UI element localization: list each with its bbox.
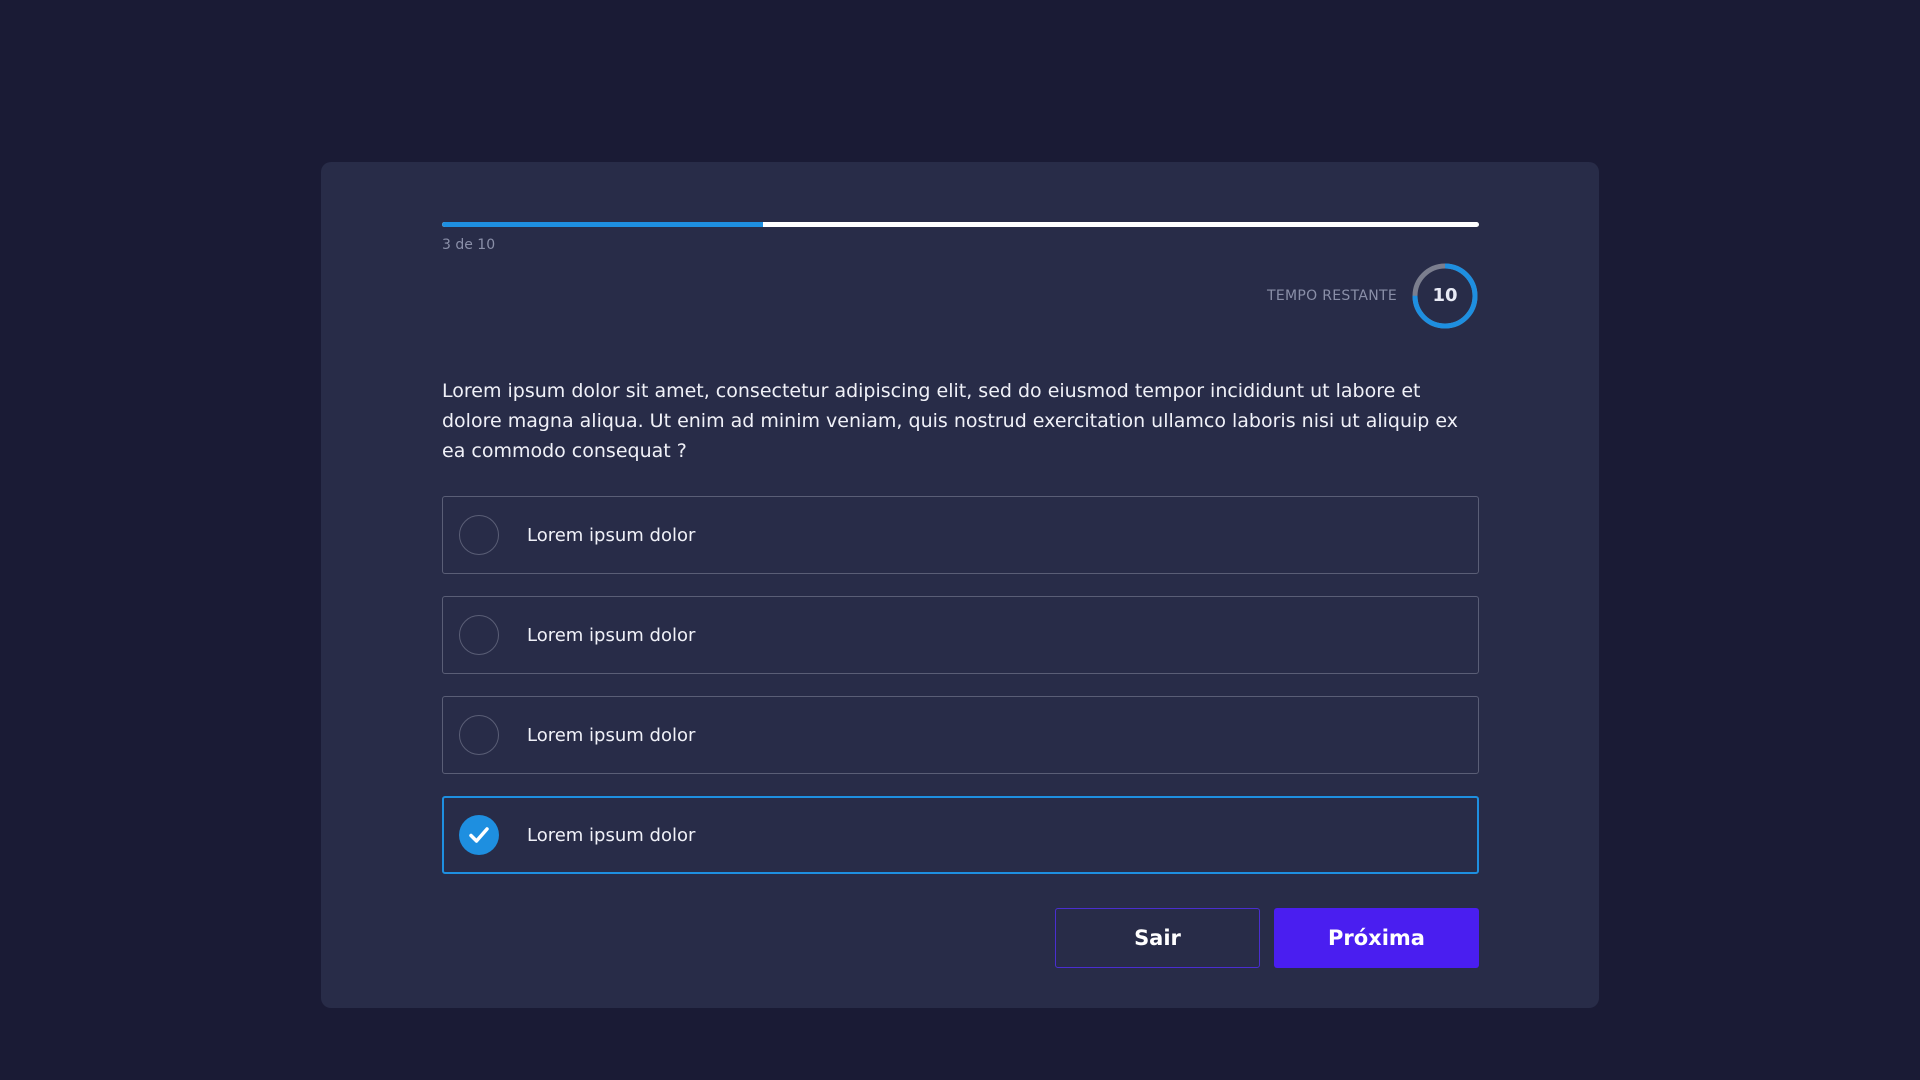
check-icon[interactable] [459,815,499,855]
timer-ring: 10 [1411,262,1479,330]
answer-option-3[interactable]: Lorem ipsum dolor [442,696,1479,774]
progress-counter: 3 de 10 [442,237,496,253]
answer-option-label: Lorem ipsum dolor [527,824,696,846]
answer-option-label: Lorem ipsum dolor [527,724,696,746]
answer-option-label: Lorem ipsum dolor [527,524,696,546]
options-list: Lorem ipsum dolor Lorem ipsum dolor Lorem … [442,496,1479,896]
answer-option-label: Lorem ipsum dolor [527,624,696,646]
radio-empty-icon[interactable] [459,615,499,655]
timer: TEMPO RESTANTE 10 [442,262,1479,330]
actions-bar: Sair Próxima [442,908,1479,968]
radio-empty-icon[interactable] [459,715,499,755]
answer-option-2[interactable]: Lorem ipsum dolor [442,596,1479,674]
timer-value: 10 [1432,285,1458,306]
timer-label: TEMPO RESTANTE [1267,288,1397,304]
exit-button[interactable]: Sair [1055,908,1260,968]
question-text: Lorem ipsum dolor sit amet, consectetur … [442,380,1458,462]
answer-option-4[interactable]: Lorem ipsum dolor [442,796,1479,874]
quiz-card: 3 de 10 TEMPO RESTANTE 10 Lorem ipsum do… [321,162,1599,1008]
progress-bar [442,222,1479,227]
radio-empty-icon[interactable] [459,515,499,555]
answer-option-1[interactable]: Lorem ipsum dolor [442,496,1479,574]
progress-bar-fill [442,222,764,227]
next-button[interactable]: Próxima [1274,908,1479,968]
